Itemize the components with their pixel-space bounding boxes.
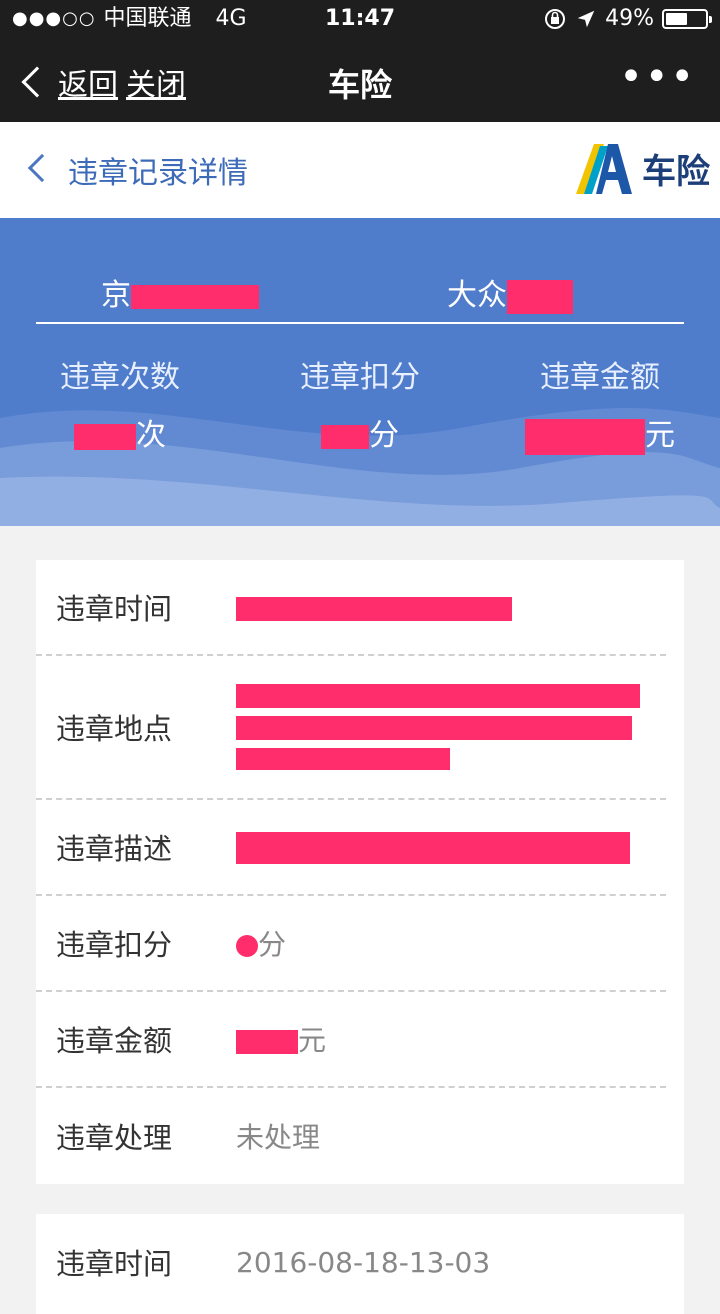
row-value: 分 — [236, 923, 286, 963]
redaction-bar — [507, 279, 573, 314]
redaction-bar — [236, 684, 640, 708]
row-label: 违章金额 — [56, 1024, 173, 1058]
status-bar: ●●●○○ 中国联通 4G 11:47 49% — [0, 0, 720, 38]
row-label: 违章描述 — [56, 832, 173, 866]
plate-number: 京 — [0, 270, 360, 314]
row-value: 2016-08-18-13-03 — [236, 1245, 491, 1279]
row-value — [236, 591, 512, 624]
record-row-time: 违章时间 2016-08-18-13-03 — [36, 1214, 666, 1310]
row-value — [236, 830, 630, 864]
brand-name: 车险 — [642, 151, 710, 192]
brand-logo: 车险 — [574, 140, 710, 196]
row-value — [236, 684, 640, 770]
stat-unit: 次 — [136, 418, 166, 453]
location-arrow-icon — [577, 10, 595, 28]
back-chevron-icon[interactable] — [27, 153, 57, 183]
stat-unit: 分 — [369, 418, 399, 453]
wechat-nav-bar: 返回 关闭 车险 ••• — [0, 38, 720, 122]
redaction-bar — [131, 284, 259, 309]
stat-unit: 元 — [645, 418, 675, 453]
record-row-description: 违章描述 — [36, 800, 666, 896]
nav-title: 车险 — [327, 66, 392, 104]
page-header: 违章记录详情 车险 — [0, 122, 720, 218]
rotation-lock-icon — [545, 9, 566, 29]
status-value: 未处理 — [236, 1121, 321, 1154]
row-label: 违章地点 — [56, 712, 173, 746]
stat-violation-count: 违章次数 次 — [0, 352, 240, 454]
plate-prefix: 京 — [101, 278, 131, 313]
row-value: 元 — [236, 1019, 326, 1059]
row-label: 违章时间 — [56, 1247, 173, 1281]
redaction-bar — [525, 418, 645, 455]
stat-points: 违章扣分 分 — [240, 352, 480, 454]
redaction-bar — [236, 596, 512, 621]
summary-banner: 京 大众 违章次数 次 违章扣分 分 违章金额 元 — [0, 218, 720, 526]
page-title: 违章记录详情 — [68, 156, 248, 191]
battery-percent: 49% — [605, 6, 654, 31]
brand-a-logo-icon — [576, 144, 632, 194]
row-label: 违章时间 — [56, 592, 173, 626]
redaction-bar — [321, 424, 369, 449]
stat-value: 次 — [0, 410, 240, 454]
stat-value: 元 — [480, 410, 720, 455]
car-model: 大众 — [360, 270, 660, 314]
model-prefix: 大众 — [447, 278, 507, 313]
row-label: 违章处理 — [56, 1121, 173, 1155]
violation-record-card[interactable]: 违章时间 2016-08-18-13-03 — [36, 1214, 684, 1314]
record-row-status: 违章处理 未处理 — [36, 1088, 666, 1184]
record-row-amount: 违章金额 元 — [36, 992, 666, 1088]
stat-label: 违章扣分 — [300, 360, 420, 395]
redaction-bar — [236, 748, 450, 770]
more-button[interactable]: ••• — [619, 54, 696, 100]
stat-value: 分 — [240, 410, 480, 454]
redaction-bar — [236, 935, 258, 957]
record-row-time: 违章时间 — [36, 560, 666, 656]
stat-amount: 违章金额 元 — [480, 352, 720, 455]
stat-label: 违章金额 — [540, 360, 660, 395]
divider — [36, 322, 684, 324]
violation-record-card[interactable]: 违章时间 违章地点 违章描述 违章扣分 分 违章金额 元 违章处理 未处理 — [36, 560, 684, 1184]
record-row-location: 违章地点 — [36, 656, 666, 800]
record-row-points: 违章扣分 分 — [36, 896, 666, 992]
redaction-bar — [236, 716, 632, 740]
redaction-bar — [236, 832, 630, 864]
battery-level — [666, 13, 687, 25]
stat-label: 违章次数 — [60, 360, 180, 395]
row-label: 违章扣分 — [56, 928, 173, 962]
redaction-bar — [236, 1030, 298, 1054]
status-right: 49% — [543, 0, 712, 38]
battery-icon — [662, 9, 712, 29]
amount-unit: 元 — [298, 1024, 327, 1057]
points-unit: 分 — [258, 928, 287, 961]
redaction-bar — [74, 423, 136, 450]
